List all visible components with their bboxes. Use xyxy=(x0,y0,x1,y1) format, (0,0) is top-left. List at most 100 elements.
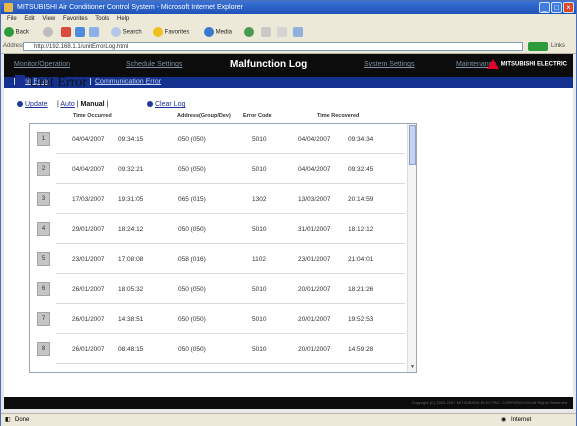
cell-date-occurred: 29/01/2007 xyxy=(72,226,105,233)
cell-time-recovered: 18:21:26 xyxy=(348,286,374,293)
subnav-communication-error[interactable]: Communication Error xyxy=(90,78,161,85)
links-label[interactable]: Links xyxy=(551,43,565,49)
cell-date-occurred: 04/04/2007 xyxy=(72,166,105,173)
menu-view[interactable]: View xyxy=(42,16,55,22)
cell-time-occurred: 09:32:21 xyxy=(118,166,144,173)
table-row[interactable]: 6 26/01/2007 18:05:32 050 (050) 5010 20/01/20… xyxy=(30,274,407,304)
page-footer: Copyright (C) 2003-2007 MITSUBISHI ELECT… xyxy=(4,397,573,409)
sub-nav: Unit Error Communication Error xyxy=(4,77,573,88)
stop-button[interactable] xyxy=(61,27,71,38)
cell-time-recovered: 09:34:34 xyxy=(348,136,374,143)
bullet-icon xyxy=(147,101,153,108)
home-button[interactable] xyxy=(89,27,99,38)
browser-toolbar: Back Search Favorites Media xyxy=(1,24,576,42)
cell-address: 050 (050) xyxy=(178,286,206,293)
cell-address: 050 (050) xyxy=(178,136,206,143)
mode-selector: | Auto | Manual | xyxy=(57,101,109,108)
table-row[interactable]: 1 04/04/2007 09:34:15 050 (050) 5010 04/04/20… xyxy=(30,124,407,154)
star-icon xyxy=(153,27,163,37)
log-controls: Update | Auto | Manual | Clear Log xyxy=(17,101,217,111)
edit-button[interactable] xyxy=(293,27,303,38)
brand-logo: MITSUBISHI ELECTRIC xyxy=(486,59,567,69)
cell-date-recovered: 23/01/2007 xyxy=(298,256,331,263)
cell-date-recovered: 04/04/2007 xyxy=(298,136,331,143)
go-button[interactable] xyxy=(528,42,548,51)
table-scrollbar[interactable]: ▼ xyxy=(407,124,416,372)
row-divider xyxy=(56,363,405,364)
clear-log-link[interactable]: Clear Log xyxy=(147,101,185,108)
col-time-recovered: Time Recovered xyxy=(317,113,360,119)
table-row[interactable]: 4 29/01/2007 18:24:12 050 (050) 5010 31/01/20… xyxy=(30,214,407,244)
status-text: Done xyxy=(15,417,30,423)
main-nav: Monitor/Operation Schedule Settings Malf… xyxy=(4,54,573,77)
menu-file[interactable]: File xyxy=(7,16,17,22)
cell-time-recovered: 19:52:53 xyxy=(348,316,374,323)
search-button[interactable]: Search xyxy=(111,27,142,38)
cell-error-code: 5010 xyxy=(252,226,267,233)
update-link[interactable]: Update xyxy=(17,101,48,108)
cell-time-recovered: 09:32:45 xyxy=(348,166,374,173)
menu-tools[interactable]: Tools xyxy=(95,16,109,22)
diamond-logo-icon xyxy=(486,59,499,69)
cell-date-occurred: 26/01/2007 xyxy=(72,286,105,293)
scroll-down-icon[interactable]: ▼ xyxy=(409,364,416,371)
table-row[interactable]: 2 04/04/2007 09:32:21 050 (050) 5010 04/04/20… xyxy=(30,154,407,184)
nav-monitor-operation[interactable]: Monitor/Operation xyxy=(14,61,70,68)
print-button[interactable] xyxy=(277,27,287,38)
menu-edit[interactable]: Edit xyxy=(24,16,34,22)
table-row[interactable]: 5 23/01/2007 17:08:08 058 (016) 1102 23/01/20… xyxy=(30,244,407,274)
page-status-icon: ◧ xyxy=(5,417,11,423)
address-input[interactable]: http://192.168.1.1/unitErrorLog.html xyxy=(23,42,523,51)
row-number: 7 xyxy=(37,312,50,326)
cell-address: 050 (050) xyxy=(178,226,206,233)
refresh-button[interactable] xyxy=(75,27,85,38)
scrollbar-thumb[interactable] xyxy=(409,125,416,165)
cell-time-recovered: 20:14:59 xyxy=(348,196,374,203)
nav-malfunction-log[interactable]: Malfunction Log xyxy=(230,59,307,70)
minimize-button[interactable]: _ xyxy=(539,2,550,13)
table-row[interactable]: 8 26/01/2007 08:48:15 050 (050) 5010 20/01/20… xyxy=(30,334,407,364)
nav-schedule-settings[interactable]: Schedule Settings xyxy=(126,61,182,68)
menu-favorites[interactable]: Favorites xyxy=(63,16,88,22)
cell-date-occurred: 26/01/2007 xyxy=(72,346,105,353)
cell-date-occurred: 17/03/2007 xyxy=(72,196,105,203)
stop-icon xyxy=(61,27,71,37)
bullet-icon xyxy=(17,101,23,108)
media-button[interactable]: Media xyxy=(204,27,232,38)
maximize-button[interactable]: □ xyxy=(551,2,562,13)
nav-system-settings[interactable]: System Settings xyxy=(364,61,415,68)
col-address: Address(Group/Dev) xyxy=(177,113,231,119)
row-number: 3 xyxy=(37,192,50,206)
col-error-code: Error Code xyxy=(243,113,272,119)
auto-link[interactable]: Auto xyxy=(60,101,74,108)
back-button[interactable]: Back xyxy=(4,27,29,38)
back-arrow-icon xyxy=(4,27,14,37)
cell-date-recovered: 13/03/2007 xyxy=(298,196,331,203)
home-icon xyxy=(89,27,99,37)
row-number: 1 xyxy=(37,132,50,146)
favorites-button[interactable]: Favorites xyxy=(153,27,189,38)
column-headers: Time Occurred Address(Group/Dev) Error C… xyxy=(1,113,431,121)
cell-error-code: 5010 xyxy=(252,166,267,173)
manual-selected[interactable]: Manual xyxy=(81,101,105,108)
mail-button[interactable] xyxy=(261,27,271,38)
title-square-icon xyxy=(15,75,25,87)
row-number: 2 xyxy=(37,162,50,176)
address-bar: Address http://192.168.1.1/unitErrorLog.… xyxy=(1,41,576,54)
close-button[interactable]: × xyxy=(563,2,574,13)
menu-help[interactable]: Help xyxy=(117,16,129,22)
cell-time-occurred: 08:48:15 xyxy=(118,346,144,353)
cell-date-recovered: 04/04/2007 xyxy=(298,166,331,173)
history-button[interactable] xyxy=(244,27,254,38)
cell-error-code: 1102 xyxy=(252,256,266,263)
table-row[interactable]: 7 26/01/2007 14:38:51 050 (050) 5010 20/01/20… xyxy=(30,304,407,334)
cell-time-recovered: 21:04:01 xyxy=(348,256,374,263)
forward-button[interactable] xyxy=(43,27,53,38)
cell-date-recovered: 20/01/2007 xyxy=(298,286,331,293)
table-row[interactable]: 3 17/03/2007 19:31:05 065 (015) 1302 13/03/20… xyxy=(30,184,407,214)
print-icon xyxy=(277,27,287,37)
cell-time-occurred: 18:05:32 xyxy=(118,286,144,293)
row-number: 8 xyxy=(37,342,50,356)
cell-date-occurred: 23/01/2007 xyxy=(72,256,105,263)
cell-time-recovered: 18:12:12 xyxy=(348,226,374,233)
